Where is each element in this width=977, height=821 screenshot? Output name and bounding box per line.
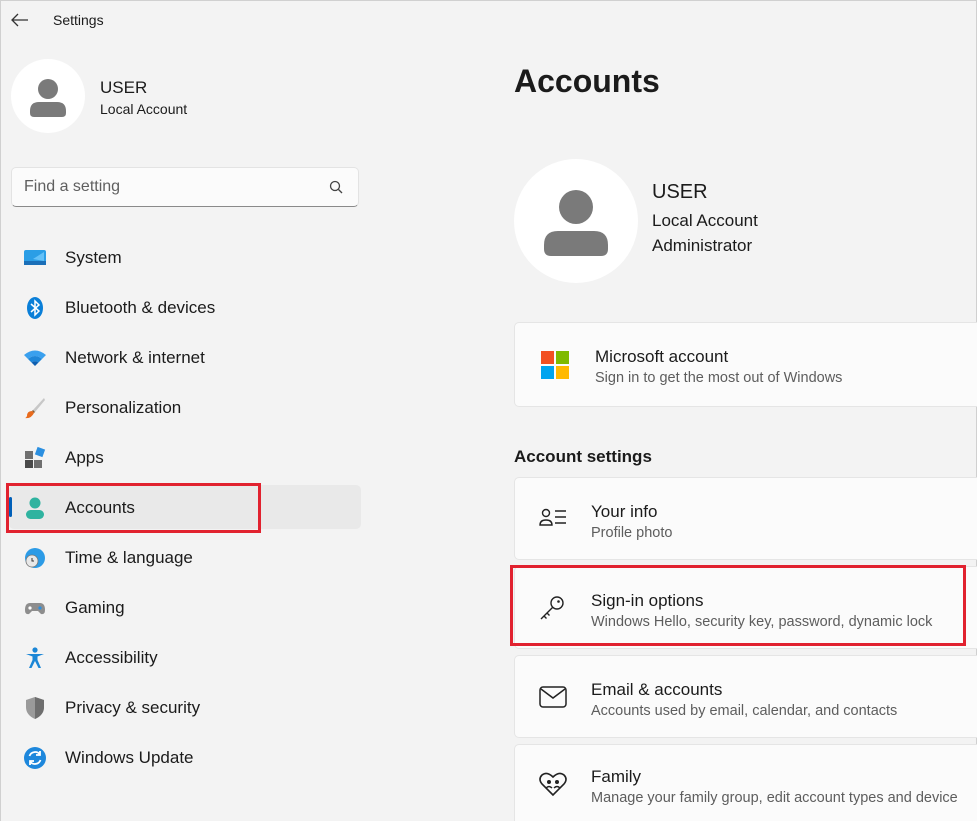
gamepad-icon bbox=[25, 603, 45, 615]
accessibility-icon bbox=[26, 647, 44, 668]
sidebar-item-label: Privacy & security bbox=[65, 698, 201, 717]
setting-your-info[interactable]: Your info Profile photo bbox=[514, 477, 977, 560]
profile-account-type: Local Account bbox=[652, 211, 758, 230]
setting-subtitle: Windows Hello, security key, password, d… bbox=[591, 614, 933, 630]
user-avatar-icon bbox=[30, 79, 66, 117]
sidebar-item-label: System bbox=[65, 248, 122, 267]
shield-icon bbox=[26, 697, 44, 719]
bluetooth-icon bbox=[27, 297, 43, 319]
profile-avatar[interactable] bbox=[514, 159, 638, 283]
sidebar-item-windows-update[interactable]: Windows Update bbox=[9, 735, 361, 779]
sidebar-item-network[interactable]: Network & internet bbox=[9, 335, 361, 379]
user-account-type: Local Account bbox=[100, 101, 188, 117]
sidebar-item-label: Gaming bbox=[65, 598, 125, 617]
search-box[interactable] bbox=[11, 167, 359, 207]
sidebar-item-label: Accounts bbox=[65, 498, 135, 517]
setting-family[interactable]: Family Manage your family group, edit ac… bbox=[514, 744, 977, 821]
microsoft-account-subtitle: Sign in to get the most out of Windows bbox=[595, 370, 843, 386]
sidebar-item-label: Windows Update bbox=[65, 748, 194, 767]
family-heart-icon bbox=[539, 772, 567, 797]
section-heading: Account settings bbox=[514, 447, 652, 466]
sidebar-item-label: Bluetooth & devices bbox=[65, 298, 216, 317]
key-icon bbox=[540, 596, 564, 620]
sidebar-item-gaming[interactable]: Gaming bbox=[9, 585, 361, 629]
wifi-icon bbox=[24, 350, 46, 366]
setting-subtitle: Accounts used by email, calendar, and co… bbox=[591, 703, 898, 719]
sidebar-item-system[interactable]: System bbox=[9, 235, 361, 279]
sidebar-item-privacy[interactable]: Privacy & security bbox=[9, 685, 361, 729]
sidebar-item-bluetooth[interactable]: Bluetooth & devices bbox=[9, 285, 361, 329]
setting-title: Email & accounts bbox=[591, 680, 723, 699]
profile-role: Administrator bbox=[652, 236, 753, 255]
search-icon[interactable] bbox=[328, 179, 344, 195]
setting-email-accounts[interactable]: Email & accounts Accounts used by email,… bbox=[514, 655, 977, 738]
page-title: Accounts bbox=[514, 63, 660, 99]
setting-title: Sign-in options bbox=[591, 591, 704, 610]
sidebar-item-accessibility[interactable]: Accessibility bbox=[9, 635, 361, 679]
apps-icon bbox=[25, 446, 46, 468]
microsoft-account-title: Microsoft account bbox=[595, 347, 729, 366]
setting-subtitle: Profile photo bbox=[591, 525, 673, 541]
setting-sign-in-options[interactable]: Sign-in options Windows Hello, security … bbox=[514, 566, 977, 649]
settings-window: Settings USER Local Account System bbox=[0, 0, 977, 821]
sidebar-item-time-language[interactable]: Time & language bbox=[9, 535, 361, 579]
sidebar-item-accounts[interactable]: Accounts bbox=[9, 485, 361, 529]
brush-icon bbox=[25, 398, 45, 419]
setting-title: Your info bbox=[591, 502, 658, 521]
mail-icon bbox=[539, 686, 567, 708]
sidebar-item-apps[interactable]: Apps bbox=[9, 435, 361, 479]
sidebar-item-label: Time & language bbox=[65, 548, 193, 567]
profile-name: USER bbox=[652, 181, 708, 203]
person-icon bbox=[26, 497, 44, 519]
clock-globe-icon bbox=[25, 548, 45, 568]
window-title: Settings bbox=[53, 12, 104, 28]
sidebar-nav: System Bluetooth & devices Network & int… bbox=[9, 235, 361, 785]
search-input[interactable] bbox=[24, 177, 314, 197]
setting-title: Family bbox=[591, 767, 642, 786]
microsoft-logo-icon bbox=[541, 351, 569, 379]
user-avatar-icon bbox=[544, 190, 608, 256]
user-name: USER bbox=[100, 78, 148, 97]
sidebar-item-label: Apps bbox=[65, 448, 104, 467]
selection-indicator bbox=[9, 497, 12, 517]
microsoft-account-card[interactable]: Microsoft account Sign in to get the mos… bbox=[514, 322, 977, 407]
sidebar-item-personalization[interactable]: Personalization bbox=[9, 385, 361, 429]
person-lines-icon bbox=[539, 508, 566, 526]
system-icon bbox=[24, 250, 46, 265]
setting-subtitle: Manage your family group, edit account t… bbox=[591, 790, 958, 806]
title-bar: Settings bbox=[1, 1, 977, 39]
back-arrow-icon bbox=[11, 13, 28, 27]
avatar[interactable] bbox=[11, 59, 85, 133]
sidebar-item-label: Accessibility bbox=[65, 648, 158, 667]
sidebar-item-label: Network & internet bbox=[65, 348, 205, 367]
update-icon bbox=[24, 747, 46, 769]
back-button[interactable] bbox=[9, 9, 31, 31]
sidebar-item-label: Personalization bbox=[65, 398, 182, 417]
